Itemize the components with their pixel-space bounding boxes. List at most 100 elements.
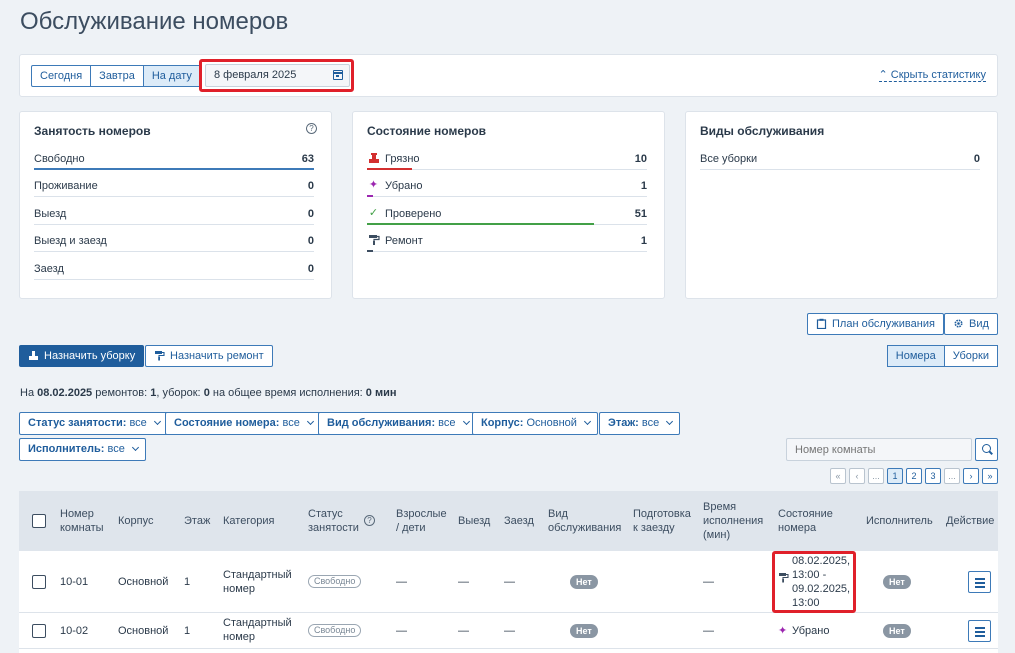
col-preparation[interactable]: Подготовка к заезду xyxy=(633,491,693,551)
occupancy-label: Проживание xyxy=(34,180,98,192)
room-state: Убрано xyxy=(792,625,830,637)
filter-occupancy-status[interactable]: Статус занятости: все xyxy=(19,412,168,435)
cleaning-icon xyxy=(28,350,39,361)
room-state-bar xyxy=(367,168,412,170)
col-room-state[interactable]: Состояние номера xyxy=(778,491,838,551)
page-2-button[interactable]: 2 xyxy=(906,468,922,484)
chevron-down-icon xyxy=(131,443,139,452)
occupancy-label: Выезд и заезд xyxy=(34,235,107,247)
room-state-value: 51 xyxy=(634,208,647,220)
room-state-row: ✦ Убрано 1 xyxy=(367,177,647,197)
tab-cleanings[interactable]: Уборки xyxy=(944,345,998,367)
row-menu-button[interactable] xyxy=(968,571,991,593)
room-state-bar xyxy=(367,195,373,197)
filter-room-state[interactable]: Состояние номера: все xyxy=(165,412,321,435)
table-row[interactable]: 10-01 Основной 1 Стандартный номер Свобо… xyxy=(19,551,998,613)
calendar-icon[interactable] xyxy=(333,70,343,80)
pager-ellipsis: ... xyxy=(944,468,960,484)
col-service-type[interactable]: Вид обслуживания xyxy=(548,491,623,551)
col-status[interactable]: Статус занятости xyxy=(308,491,363,551)
tab-rooms[interactable]: Номера xyxy=(886,345,945,367)
prev-page-button[interactable]: ‹ xyxy=(849,468,865,484)
divider xyxy=(34,224,314,225)
chevron-down-icon xyxy=(153,417,161,426)
service-plan-button[interactable]: План обслуживания xyxy=(807,313,944,335)
col-checkin[interactable]: Заезд xyxy=(504,491,534,551)
executor-badge: Нет xyxy=(883,624,911,638)
status-badge: Свободно xyxy=(308,624,362,637)
checkin: — xyxy=(504,625,515,637)
occupancy-label: Выезд xyxy=(34,208,67,220)
occupancy-value: 0 xyxy=(307,235,314,247)
help-icon[interactable]: ? xyxy=(364,515,375,526)
row-checkbox[interactable] xyxy=(32,575,46,589)
tab-today[interactable]: Сегодня xyxy=(31,65,92,87)
filter-executor[interactable]: Исполнитель: все xyxy=(19,438,146,461)
room-state-row: Ремонт 1 xyxy=(367,232,647,252)
occupancy-row: Проживание 0 xyxy=(34,177,314,197)
select-all-checkbox[interactable] xyxy=(32,514,46,528)
divider xyxy=(34,251,314,252)
execution-time: — xyxy=(703,625,714,637)
first-page-button[interactable]: « xyxy=(830,468,846,484)
occupancy-row: Выезд и заезд 0 xyxy=(34,232,314,252)
filter-building[interactable]: Корпус: Основной xyxy=(472,412,598,435)
room-state-label: Убрано xyxy=(385,180,423,192)
col-executor[interactable]: Исполнитель xyxy=(866,491,933,551)
service-types-card: Виды обслуживания Все уборки 0 xyxy=(685,111,998,299)
col-room[interactable]: Номер комнаты xyxy=(60,491,112,551)
filter-label: Состояние номера: xyxy=(174,417,280,429)
filter-label: Этаж: xyxy=(608,417,639,429)
room-state-row: ✓ Проверено 51 xyxy=(367,205,647,225)
room-state-row: Грязно 10 xyxy=(367,150,647,170)
filter-label: Статус занятости: xyxy=(28,417,127,429)
filter-label: Вид обслуживания: xyxy=(327,417,436,429)
occupancy-value: 63 xyxy=(301,153,314,165)
tab-tomorrow[interactable]: Завтра xyxy=(91,65,144,87)
col-checkout[interactable]: Выезд xyxy=(458,491,490,551)
guests: — xyxy=(396,625,407,637)
assign-repair-button[interactable]: Назначить ремонт xyxy=(145,345,273,367)
floor: 1 xyxy=(184,576,191,588)
hide-statistics-link[interactable]: ⌃ Скрыть статистику xyxy=(878,68,986,82)
date-toolbar: Сегодня Завтра На дату 8 февраля 2025 ⌃ … xyxy=(19,54,998,97)
room-state-title: Состояние номеров xyxy=(367,124,487,138)
date-picker-field[interactable]: 8 февраля 2025 xyxy=(205,64,350,87)
tab-on-date[interactable]: На дату xyxy=(143,65,201,87)
checkout: — xyxy=(458,576,469,588)
filter-label: Корпус: xyxy=(481,417,524,429)
page-3-button[interactable]: 3 xyxy=(925,468,941,484)
row-checkbox[interactable] xyxy=(32,624,46,638)
room-state-label: Грязно xyxy=(385,153,420,165)
occupancy-bar xyxy=(34,168,314,170)
help-icon[interactable]: ? xyxy=(306,123,317,134)
room-number-search-input[interactable] xyxy=(786,438,972,461)
service-type-badge: Нет xyxy=(570,575,598,589)
status-badge: Свободно xyxy=(308,575,362,588)
room-state-bar xyxy=(367,250,373,252)
col-building[interactable]: Корпус xyxy=(118,491,153,551)
col-guests[interactable]: Взрослые / дети xyxy=(396,491,448,551)
divider xyxy=(367,251,647,252)
room-number[interactable]: 10-02 xyxy=(60,624,88,638)
pagination: « ‹ ... 1 2 3 ... › » xyxy=(830,468,998,484)
divider xyxy=(34,279,314,280)
last-page-button[interactable]: » xyxy=(982,468,998,484)
page-1-button[interactable]: 1 xyxy=(887,468,903,484)
hide-statistics-label: Скрыть статистику xyxy=(890,69,986,81)
col-execution-time[interactable]: Время исполнения (мин) xyxy=(703,491,765,551)
next-page-button[interactable]: › xyxy=(963,468,979,484)
assign-cleaning-button[interactable]: Назначить уборку xyxy=(19,345,145,367)
view-button[interactable]: Вид xyxy=(944,313,998,335)
summary-text: На xyxy=(20,387,38,399)
date-range-tabs: Сегодня Завтра На дату xyxy=(31,65,201,87)
table-row[interactable]: 10-02 Основной 1 Стандартный номер Свобо… xyxy=(19,613,998,649)
row-menu-button[interactable] xyxy=(968,620,991,642)
service-type-label: Все уборки xyxy=(700,153,758,165)
filter-floor[interactable]: Этаж: все xyxy=(599,412,681,435)
filter-service-type[interactable]: Вид обслуживания: все xyxy=(318,412,477,435)
search-button[interactable] xyxy=(975,438,998,461)
room-number[interactable]: 10-01 xyxy=(60,575,88,589)
col-floor[interactable]: Этаж xyxy=(184,491,210,551)
col-category[interactable]: Категория xyxy=(223,491,274,551)
